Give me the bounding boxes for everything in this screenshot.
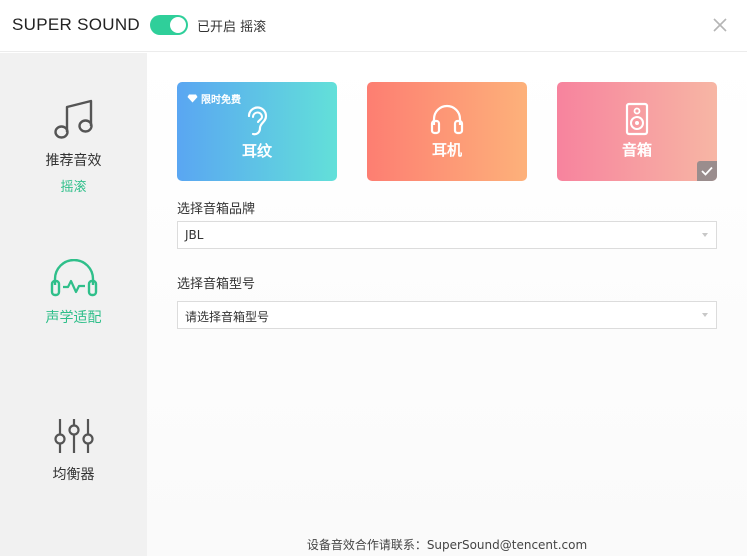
sidebar-item-label: 推荐音效 <box>45 153 102 169</box>
card-label: 耳机 <box>431 141 462 159</box>
sidebar-item-equalizer[interactable]: 均衡器 <box>0 416 147 484</box>
device-card-ear[interactable]: 限时免费 耳纹 <box>177 82 337 181</box>
brand-select-value: JBL <box>185 228 204 242</box>
main-panel: 限时免费 耳纹 耳机 音箱 选择音箱品牌 JBL 选择音箱型号 请选择音箱型号 … <box>147 53 747 556</box>
brand-select[interactable]: JBL <box>177 221 717 249</box>
footer-contact: 设备音效合作请联系：SuperSound@tencent.com <box>306 538 588 552</box>
headphone-icon <box>430 104 464 135</box>
diamond-icon <box>187 94 198 103</box>
selected-check <box>697 161 717 181</box>
chevron-down-icon <box>702 233 708 237</box>
sidebar-item-label: 声学适配 <box>45 310 102 326</box>
supersound-toggle[interactable] <box>150 15 188 35</box>
toggle-knob <box>170 17 186 33</box>
sidebar-item-recommended[interactable]: 推荐音效 摇滚 <box>0 98 147 195</box>
model-select[interactable]: 请选择音箱型号 <box>177 301 717 329</box>
device-card-speaker[interactable]: 音箱 <box>557 82 717 181</box>
model-select-placeholder: 请选择音箱型号 <box>185 310 270 324</box>
model-label: 选择音箱型号 <box>177 277 256 292</box>
close-button[interactable] <box>709 14 731 36</box>
device-card-headphone[interactable]: 耳机 <box>367 82 527 181</box>
close-icon <box>713 18 727 32</box>
chevron-down-icon <box>702 313 708 317</box>
ear-icon <box>247 106 268 136</box>
badge-text: 限时免费 <box>201 95 241 106</box>
sidebar-item-sublabel: 摇滚 <box>60 180 87 195</box>
music-note-icon <box>53 99 93 139</box>
sidebar: 推荐音效 摇滚 声学适配 均衡器 <box>0 53 147 556</box>
sidebar-item-acoustic-adapt[interactable]: 声学适配 <box>0 259 147 327</box>
card-label: 音箱 <box>621 141 652 159</box>
check-icon <box>701 166 713 176</box>
card-label: 耳纹 <box>241 142 272 160</box>
toggle-status-text: 已开启 摇滚 <box>197 20 267 35</box>
limited-free-badge: 限时免费 <box>187 91 241 106</box>
equalizer-icon <box>53 419 94 453</box>
app-title: SUPER SOUND <box>12 15 140 34</box>
sidebar-item-label: 均衡器 <box>52 467 95 483</box>
title-bar: SUPER SOUND 已开启 摇滚 <box>0 0 747 52</box>
speaker-icon <box>625 102 649 136</box>
brand-label: 选择音箱品牌 <box>177 202 256 217</box>
headphone-wave-icon <box>50 259 97 297</box>
